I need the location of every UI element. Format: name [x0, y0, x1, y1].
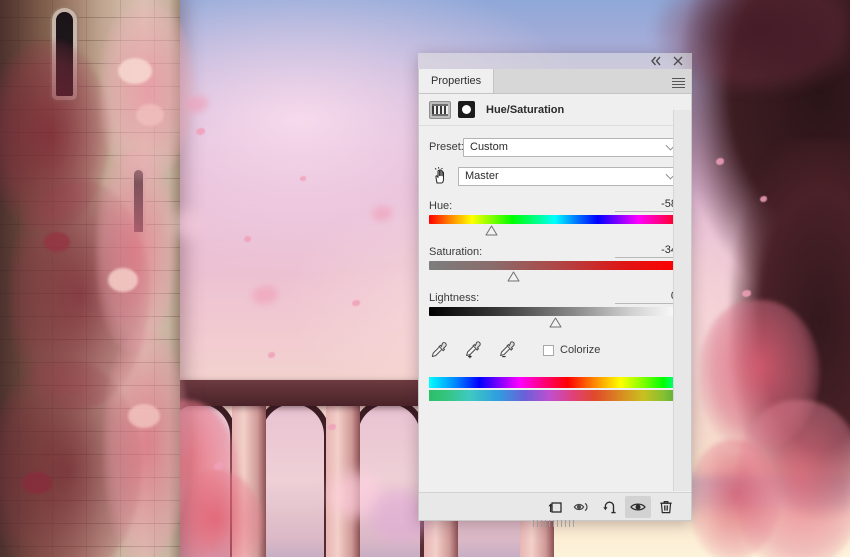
hue-slider-thumb[interactable]	[485, 225, 498, 236]
lightness-value-input[interactable]: 0	[615, 290, 681, 304]
panel-side-strip	[673, 110, 691, 491]
panel-tab-strip: Properties	[419, 69, 691, 94]
panel-title-bar	[418, 53, 692, 69]
properties-panel: Properties Hue/Saturation Preset: Custom…	[418, 53, 692, 527]
panel-content: Preset: Custom Master Hue: -58 Saturatio…	[419, 126, 691, 401]
view-previous-state-icon[interactable]	[569, 496, 595, 518]
colorize-checkbox-row[interactable]: Colorize	[543, 344, 600, 356]
channel-value: Master	[465, 170, 499, 182]
lightness-slider-block: Lightness: 0	[429, 288, 681, 329]
reset-icon[interactable]	[597, 496, 623, 518]
hue-slider-track-wrap[interactable]	[429, 215, 681, 237]
saturation-gradient-track[interactable]	[429, 261, 681, 270]
colorize-checkbox[interactable]	[543, 344, 554, 356]
lightness-slider-track-wrap[interactable]	[429, 307, 681, 329]
preset-dropdown[interactable]: Custom	[463, 137, 681, 157]
preset-row: Preset: Custom	[429, 136, 681, 158]
screenshot-canvas: Properties Hue/Saturation Preset: Custom…	[0, 0, 850, 557]
hamburger-menu-icon[interactable]	[665, 69, 691, 93]
on-image-adjustment-hand-icon[interactable]	[429, 165, 451, 187]
hue-saturation-adjustment-icon[interactable]	[429, 100, 451, 119]
tab-properties-label: Properties	[431, 75, 482, 87]
panel-footer-toolbar	[419, 492, 691, 520]
layer-mask-thumbnail-icon[interactable]	[458, 101, 475, 118]
panel-body: Properties Hue/Saturation Preset: Custom…	[418, 69, 692, 527]
preset-label: Preset:	[429, 141, 464, 153]
hue-value-input[interactable]: -58	[615, 198, 681, 212]
saturation-slider-block: Saturation: -34	[429, 242, 681, 283]
result-hue-spectrum-bar[interactable]	[429, 390, 681, 401]
saturation-slider-thumb[interactable]	[507, 271, 520, 282]
eyedropper-add-icon[interactable]	[463, 340, 483, 360]
channel-dropdown[interactable]: Master	[458, 166, 681, 186]
eyedropper-icon[interactable]	[429, 340, 449, 360]
lightness-slider-thumb[interactable]	[549, 317, 562, 328]
colorize-label: Colorize	[560, 344, 601, 356]
source-hue-spectrum-bar[interactable]	[429, 377, 681, 388]
tab-empty-area	[494, 69, 665, 93]
toggle-layer-visibility-icon[interactable]	[625, 495, 651, 518]
close-icon[interactable]	[672, 55, 684, 67]
eyedropper-tools-row: Colorize	[429, 339, 681, 361]
preset-value: Custom	[470, 141, 508, 153]
hue-slider-block: Hue: -58	[429, 196, 681, 237]
saturation-slider-track-wrap[interactable]	[429, 261, 681, 283]
clip-to-layer-icon[interactable]	[541, 496, 567, 518]
saturation-label: Saturation:	[429, 246, 483, 258]
saturation-value-input[interactable]: -34	[615, 244, 681, 258]
collapse-to-icons-button[interactable]	[650, 55, 662, 67]
adjustment-title: Hue/Saturation	[486, 103, 565, 116]
channel-row: Master	[429, 164, 681, 188]
hue-gradient-track[interactable]	[429, 215, 681, 224]
delete-adjustment-layer-icon[interactable]	[653, 496, 679, 518]
resize-grip-icon[interactable]	[533, 520, 577, 527]
hue-range-spectrum-bars	[429, 377, 681, 401]
lightness-label: Lightness:	[429, 292, 480, 304]
hue-label: Hue:	[429, 200, 453, 212]
lightness-gradient-track[interactable]	[429, 307, 681, 316]
eyedropper-subtract-icon[interactable]	[497, 340, 517, 360]
adjustment-header: Hue/Saturation	[419, 94, 691, 126]
tab-properties[interactable]: Properties	[419, 69, 495, 93]
